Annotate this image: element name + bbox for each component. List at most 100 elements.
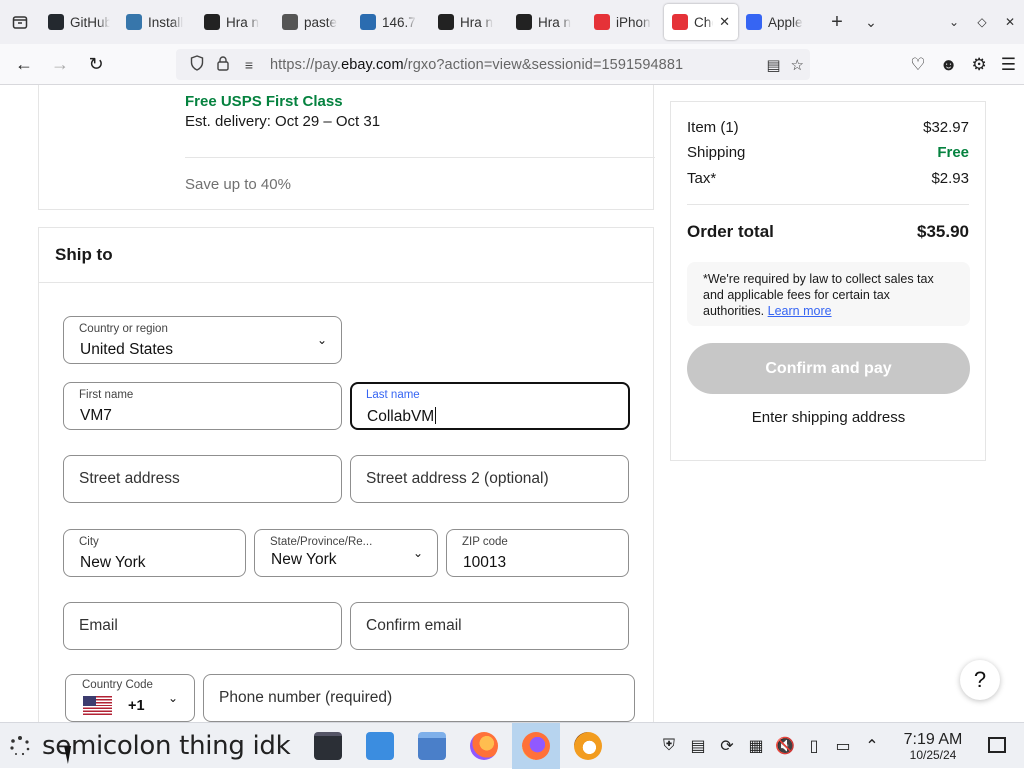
terminal-app-icon[interactable] bbox=[304, 723, 352, 769]
lock-icon[interactable] bbox=[210, 55, 236, 74]
permissions-icon[interactable]: ≡ bbox=[236, 57, 262, 73]
minimize-icon[interactable]: ⌄ bbox=[940, 15, 968, 29]
volume-muted-icon[interactable]: 🔇 bbox=[774, 736, 796, 756]
reader-view-icon[interactable]: ▤ bbox=[766, 56, 780, 74]
start-menu-icon[interactable] bbox=[0, 723, 40, 769]
shipping-method: Free USPS First Class bbox=[185, 93, 343, 110]
state-select[interactable]: State/Province/Re... New York ⌄ bbox=[254, 529, 438, 577]
python-icon bbox=[126, 14, 142, 30]
zip-code-value: 10013 bbox=[463, 554, 507, 571]
tab-title: GitHub bbox=[70, 14, 110, 30]
tab-1[interactable]: Install bbox=[118, 4, 196, 40]
update-icon[interactable]: ⟳ bbox=[716, 736, 738, 756]
security-shield-icon[interactable]: ⛨ bbox=[658, 737, 680, 755]
email-field[interactable]: Email bbox=[63, 602, 342, 650]
tab-list-icon[interactable] bbox=[0, 0, 40, 44]
tab-5[interactable]: Hra n bbox=[430, 4, 508, 40]
tab-title: iPhon bbox=[616, 14, 651, 30]
tab-0[interactable]: GitHub bbox=[40, 4, 118, 40]
active-window-title[interactable]: semicolon thing idk bbox=[42, 731, 300, 761]
country-code-select[interactable]: Country Code +1 ⌄ bbox=[65, 674, 195, 722]
battery-icon[interactable]: ▯ bbox=[803, 736, 825, 756]
last-name-label: Last name bbox=[366, 389, 420, 401]
tab-8[interactable]: Che ✕ bbox=[664, 4, 738, 40]
url-bar[interactable]: ≡ https://pay.ebay.com/rgxo?action=view&… bbox=[176, 49, 810, 80]
apple-store-icon bbox=[746, 14, 762, 30]
city-field[interactable]: City New York bbox=[63, 529, 246, 577]
zip-code-field[interactable]: ZIP code 10013 bbox=[446, 529, 629, 577]
tax-row: Tax* $2.93 bbox=[687, 170, 969, 187]
clipboard-icon[interactable]: ▤ bbox=[687, 736, 709, 756]
first-name-field[interactable]: First name VM7 bbox=[63, 382, 342, 430]
window-controls: ⌄ ◇ ✕ bbox=[940, 0, 1024, 44]
state-label: State/Province/Re... bbox=[270, 536, 373, 548]
store-app-icon[interactable] bbox=[356, 723, 404, 769]
us-flag-icon bbox=[83, 696, 112, 715]
country-code-value: +1 bbox=[128, 698, 145, 714]
menu-icon[interactable]: ☰ bbox=[1001, 55, 1016, 75]
maximize-icon[interactable]: ◇ bbox=[968, 15, 996, 29]
chevron-down-icon: ⌄ bbox=[316, 333, 327, 347]
tax-note: *We're required by law to collect sales … bbox=[687, 262, 970, 326]
order-summary: Item (1) $32.97 Shipping Free Tax* $2.93… bbox=[670, 101, 986, 461]
chevron-down-icon: ⌄ bbox=[412, 546, 423, 560]
confirm-email-placeholder: Confirm email bbox=[366, 617, 462, 634]
phone-number-field[interactable]: Phone number (required) bbox=[203, 674, 635, 722]
street-address-2-field[interactable]: Street address 2 (optional) bbox=[350, 455, 629, 503]
last-name-field[interactable]: Last name CollabVM bbox=[350, 382, 630, 430]
clock-date: 10/25/24 bbox=[909, 748, 957, 762]
forward-icon[interactable]: → bbox=[42, 48, 78, 80]
help-button[interactable]: ? bbox=[960, 660, 1000, 700]
confirm-email-field[interactable]: Confirm email bbox=[350, 602, 629, 650]
street-address-placeholder: Street address bbox=[79, 470, 180, 487]
tab-2[interactable]: Hra n bbox=[196, 4, 274, 40]
city-label: City bbox=[79, 536, 99, 548]
reload-icon[interactable]: ↻ bbox=[78, 48, 114, 80]
tax-value: $2.93 bbox=[931, 170, 969, 187]
ebay-bag-icon bbox=[672, 14, 688, 30]
close-window-icon[interactable]: ✕ bbox=[996, 15, 1024, 29]
iphone-store-icon bbox=[594, 14, 610, 30]
pocket-icon[interactable]: ♡ bbox=[910, 55, 925, 75]
network-icon[interactable]: ▭ bbox=[832, 736, 854, 756]
estimated-delivery: Est. delivery: Oct 29 – Oct 31 bbox=[185, 113, 381, 130]
state-value: New York bbox=[271, 551, 337, 568]
confirm-and-pay-button[interactable]: Confirm and pay bbox=[687, 343, 970, 394]
new-tab-button[interactable]: + bbox=[820, 5, 854, 39]
firefox-icon[interactable] bbox=[460, 723, 508, 769]
close-tab-icon[interactable]: ✕ bbox=[719, 14, 730, 30]
clock[interactable]: 7:19 AM 10/25/24 bbox=[900, 731, 966, 762]
tab-9[interactable]: Apple bbox=[738, 4, 816, 40]
country-select[interactable]: Country or region United States ⌄ bbox=[63, 316, 342, 364]
zip-code-label: ZIP code bbox=[462, 536, 508, 548]
system-tray: ⛨ ▤ ⟳ ▦ 🔇 ▯ ▭ ⌃ bbox=[658, 723, 883, 769]
order-total-label: Order total bbox=[687, 222, 774, 241]
divider bbox=[687, 204, 969, 205]
notes-icon[interactable]: ▦ bbox=[745, 736, 767, 756]
street-address-field[interactable]: Street address bbox=[63, 455, 342, 503]
browser-app-icon[interactable] bbox=[564, 723, 612, 769]
account-icon[interactable]: ☻ bbox=[940, 55, 958, 75]
hra-icon bbox=[516, 14, 532, 30]
country-code-label: Country Code bbox=[82, 679, 153, 691]
first-name-value: VM7 bbox=[80, 407, 112, 424]
text-caret bbox=[435, 407, 437, 424]
tab-3[interactable]: paste bbox=[274, 4, 352, 40]
show-hidden-icons-icon[interactable]: ⌃ bbox=[861, 736, 883, 756]
tab-7[interactable]: iPhon bbox=[586, 4, 664, 40]
phone-number-placeholder: Phone number (required) bbox=[219, 689, 393, 706]
extensions-icon[interactable]: ⚙ bbox=[972, 55, 987, 75]
firefox-active-icon[interactable] bbox=[512, 722, 560, 769]
list-all-tabs-icon[interactable]: ⌄ bbox=[854, 5, 888, 39]
tab-6[interactable]: Hra n bbox=[508, 4, 586, 40]
bookmark-star-icon[interactable]: ☆ bbox=[791, 56, 804, 74]
tracking-protection-icon[interactable] bbox=[184, 55, 210, 74]
tab-strip: GitHub Install Hra n paste 146.7 Hra n Hra n iP… bbox=[0, 0, 1024, 44]
back-icon[interactable]: ← bbox=[6, 48, 42, 80]
enter-shipping-address-text: Enter shipping address bbox=[751, 409, 906, 426]
learn-more-link[interactable]: Learn more bbox=[768, 304, 832, 318]
show-desktop-icon[interactable] bbox=[988, 737, 1006, 753]
file-manager-icon[interactable] bbox=[408, 723, 456, 769]
order-total-row: Order total $35.90 bbox=[687, 222, 969, 242]
tab-4[interactable]: 146.7 bbox=[352, 4, 430, 40]
